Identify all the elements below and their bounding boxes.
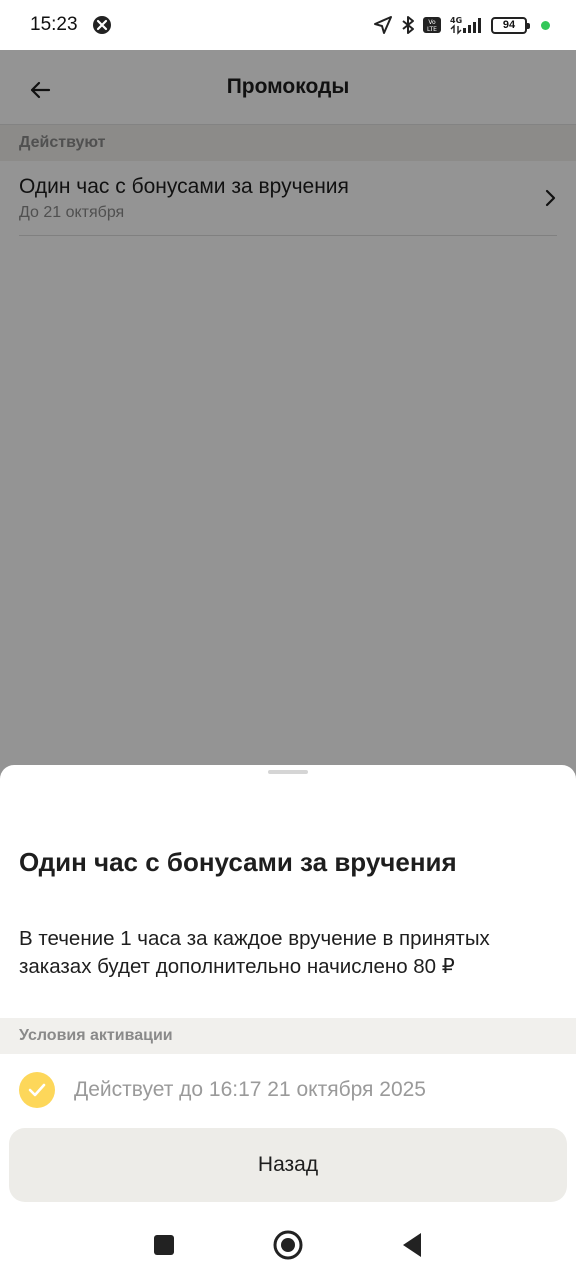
conditions-section-label: Условия активации xyxy=(0,1018,576,1054)
status-bar: 15:23 Vo LTE 4G 94 xyxy=(0,0,576,50)
volte-icon: Vo LTE xyxy=(423,17,441,33)
location-icon xyxy=(373,15,393,35)
recents-square-icon[interactable] xyxy=(146,1227,182,1263)
battery-indicator: 94 xyxy=(491,16,530,34)
condition-row: Действует до 16:17 21 октября 2025 xyxy=(19,1072,426,1108)
notification-icon xyxy=(92,15,112,35)
sheet-drag-handle[interactable] xyxy=(268,770,308,774)
bluetooth-icon xyxy=(401,15,415,35)
check-icon xyxy=(19,1072,55,1108)
sheet-title: Один час с бонусами за вручения xyxy=(19,847,457,877)
privacy-dot-icon xyxy=(541,20,550,30)
status-time: 15:23 xyxy=(30,14,78,35)
sheet-description: В течение 1 часа за каждое вручение в пр… xyxy=(19,927,490,978)
back-button[interactable]: Назад xyxy=(9,1128,567,1202)
svg-text:Vo: Vo xyxy=(428,19,436,26)
svg-text:LTE: LTE xyxy=(427,26,437,33)
system-nav-bar xyxy=(0,1210,576,1280)
signal-icon: 4G xyxy=(449,15,483,35)
condition-text: Действует до 16:17 21 октября 2025 xyxy=(74,1078,426,1101)
back-triangle-icon[interactable] xyxy=(394,1227,430,1263)
home-circle-icon[interactable] xyxy=(270,1227,306,1263)
promo-bottom-sheet: Один час с бонусами за вручения В течени… xyxy=(0,765,576,1210)
network-type-label: 4G xyxy=(450,16,462,25)
